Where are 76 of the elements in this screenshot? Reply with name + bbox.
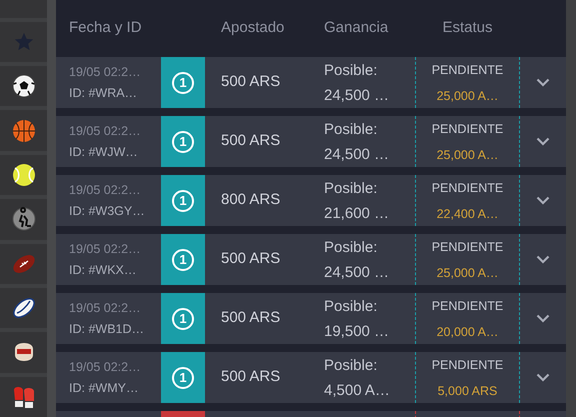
bet-id: ID: #WMY… [69, 380, 140, 396]
chevron-down-icon[interactable] [536, 373, 550, 382]
selection-count-icon: 1 [172, 72, 194, 94]
gain-amount: 19,500 … [324, 322, 390, 342]
bet-date: 19/05 02:2… [69, 182, 142, 198]
bet-date: 19/05 02:2… [69, 240, 142, 258]
chevron-down-icon[interactable] [536, 196, 550, 205]
soccer-ball-icon[interactable] [12, 74, 36, 98]
bet-row[interactable]: 19/05 02:2… ID: #W3GY… 1 800 ARS Posible: 21,600 … PENDIENTE 22,400 A… [56, 175, 566, 226]
gain-label: Posible: [324, 238, 378, 258]
stake-amount: 800 ARS [221, 190, 280, 210]
hockey-player-icon[interactable] [12, 207, 36, 232]
bet-id: ID: #WKX… [69, 262, 138, 278]
sport-button[interactable] [0, 376, 47, 417]
bet-status: PENDIENTE [432, 298, 504, 314]
star-icon[interactable] [12, 30, 34, 53]
selection-count-icon: 1 [172, 308, 194, 330]
bet-id: ID: #WRA… [69, 84, 138, 102]
stake-amount: 500 ARS [221, 72, 280, 92]
tennis-ball-icon[interactable] [12, 162, 36, 187]
payout-amount: 22,400 A… [436, 206, 498, 222]
payout-amount: 5,000 ARS [438, 382, 498, 400]
bet-date: 19/05 02:2… [69, 64, 142, 80]
bet-status: PENDIENTE [432, 238, 504, 256]
selection-count-icon: 1 [172, 190, 194, 212]
selection-count-icon: 1 [172, 248, 194, 270]
selection-count-icon: 1 [172, 366, 194, 388]
gain-label: Posible: [324, 120, 378, 140]
bet-row[interactable]: 19/05 02:2… ID: #WJW… 1 500 ARS Posible: 24,500 … PENDIENTE 25,000 A… [56, 116, 566, 167]
bet-id: ID: #W3GY… [69, 202, 146, 220]
bet-row[interactable]: 19/05 02:2… ID: #WMY… 1 500 ARS Posible: 4,500 A… PENDIENTE 5,000 ARS [56, 352, 566, 403]
sport-button[interactable] [0, 66, 47, 106]
scrollbar[interactable] [47, 0, 56, 417]
bet-row[interactable]: 19/05 02:2… ID: #WB1D… 1 500 ARS Posible: 19,500 … PENDIENTE 20,000 A… [56, 293, 566, 344]
chevron-down-icon[interactable] [536, 255, 550, 264]
bet-status: PENDIENTE [432, 120, 504, 138]
gain-label: Posible: [324, 356, 378, 376]
gain-amount: 4,500 A… [324, 380, 391, 400]
bet-status: PENDIENTE [432, 180, 504, 196]
payout-amount: 20,000 A… [436, 324, 498, 340]
sport-button[interactable] [0, 332, 47, 373]
bet-status: PENDIENTE [432, 62, 504, 78]
gain-amount: 21,600 … [324, 204, 390, 224]
bet-id: ID: #WJW… [69, 144, 139, 160]
payout-amount: 25,000 A… [436, 146, 498, 164]
stake-amount: 500 ARS [221, 367, 280, 388]
selection-count-icon: 1 [172, 130, 194, 152]
rugby-ball-icon[interactable] [10, 296, 36, 320]
sport-button[interactable] [0, 154, 47, 196]
bet-status: PENDIENTE [432, 356, 504, 374]
stake-amount: 500 ARS [221, 308, 280, 328]
chevron-down-icon[interactable] [536, 137, 550, 146]
gain-label: Posible: [324, 60, 378, 80]
payout-amount: 25,000 A… [436, 264, 498, 282]
bet-row[interactable]: 19/05 02:2… ID: #WRA… 1 500 ARS Posible: 24,500 … PENDIENTE 25,000 A… [56, 57, 566, 108]
column-header: Estatus [441, 18, 494, 38]
gain-amount: 24,500 … [324, 144, 390, 164]
column-header: Apostado [220, 18, 286, 38]
gain-label: Posible: [324, 296, 378, 316]
bet-id: ID: #WB1D… [69, 320, 146, 338]
gain-label: Posible: [324, 178, 378, 198]
column-header: Fecha y ID [68, 18, 143, 38]
stake-amount: 500 ARS [221, 131, 280, 152]
sport-button[interactable] [0, 288, 47, 328]
bet-date: 19/05 02:2… [69, 300, 142, 316]
bet-row[interactable]: 19/05 02:2… ID: #WKX… 1 500 ARS Posible: 24,500 … PENDIENTE 25,000 A… [56, 234, 566, 285]
column-header: Ganancia [323, 18, 390, 38]
gain-amount: 24,500 … [324, 262, 390, 282]
chevron-down-icon[interactable] [536, 314, 550, 323]
basketball-icon[interactable] [12, 118, 36, 143]
chevron-down-icon[interactable] [536, 78, 550, 87]
gain-amount: 24,500 … [324, 86, 390, 106]
stake-amount: 500 ARS [221, 249, 280, 270]
payout-amount: 25,000 A… [436, 88, 498, 104]
bet-date: 19/05 02:2… [69, 122, 142, 140]
bet-date: 19/05 02:2… [69, 358, 142, 376]
